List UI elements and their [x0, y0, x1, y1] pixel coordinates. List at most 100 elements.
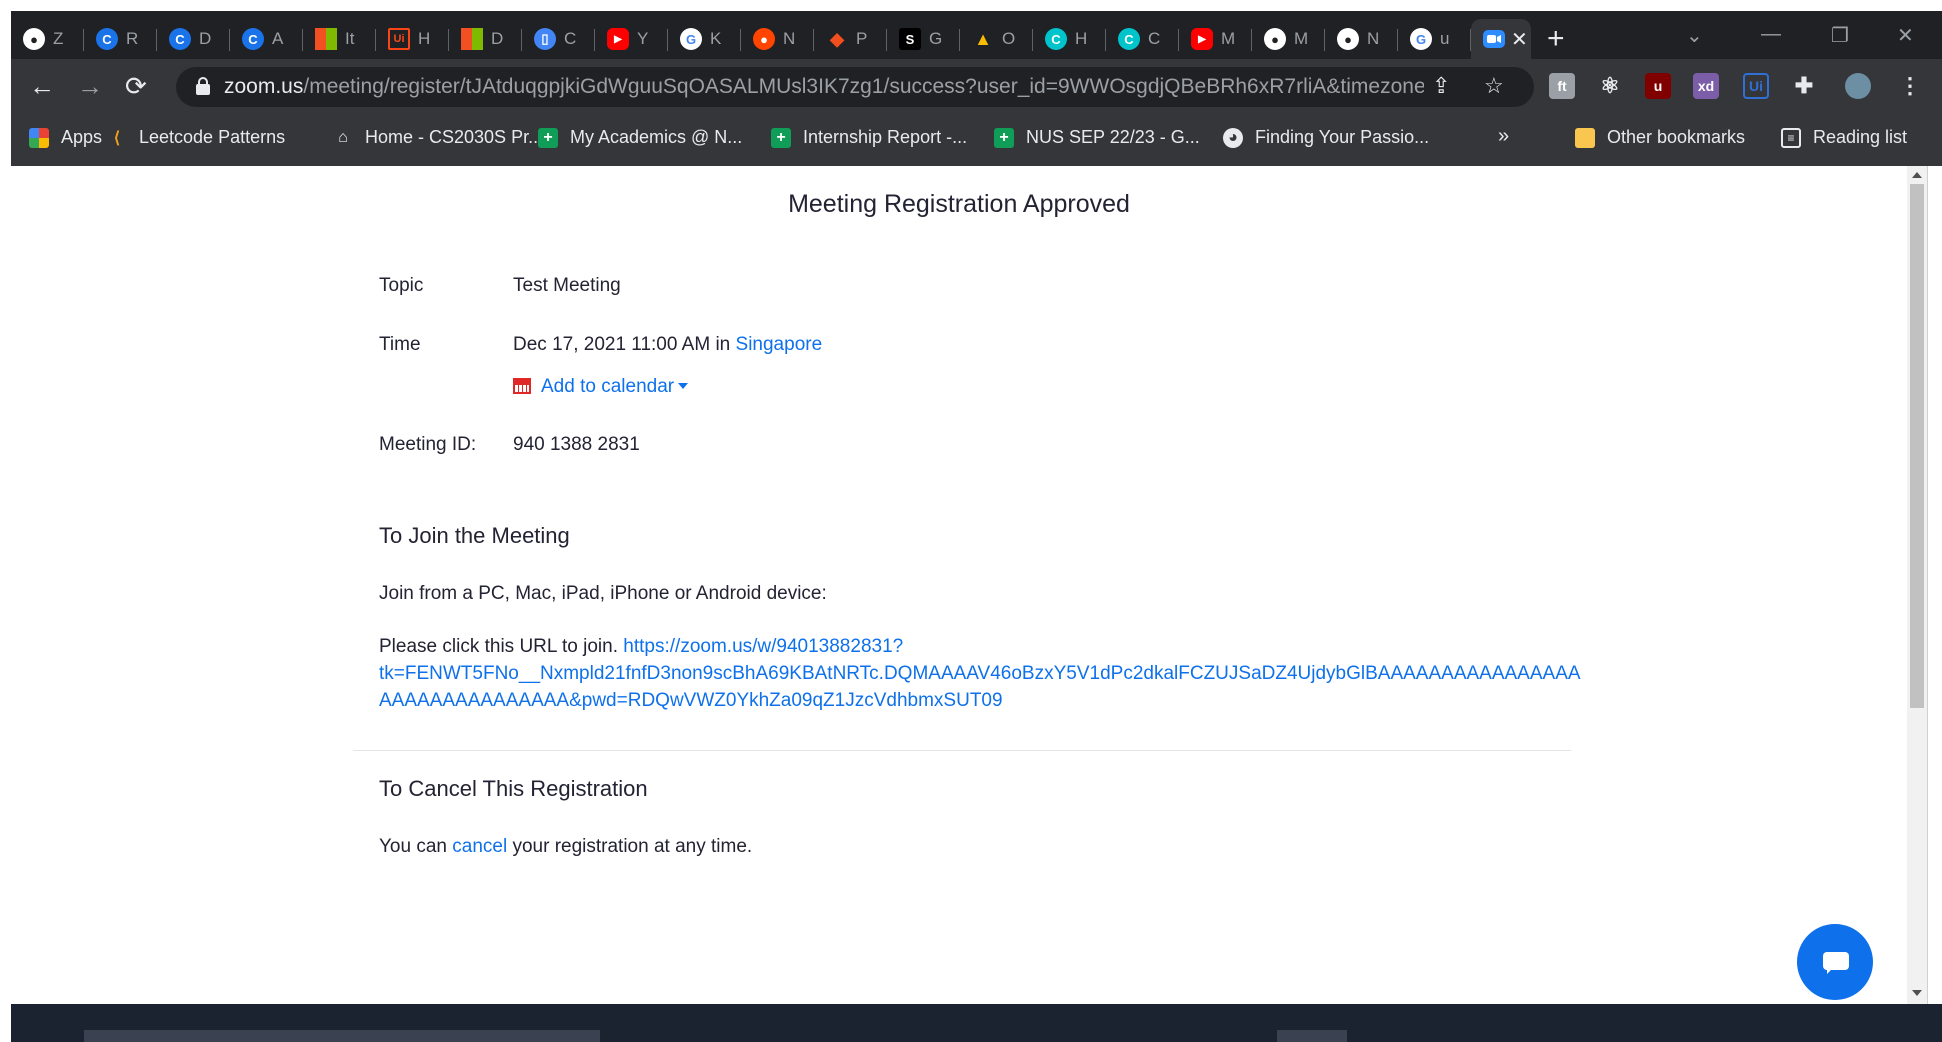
join-url-link-line2[interactable]: tk=FENWT5FNo__Nxmpld21fnfD3non9scBhA69KB… — [379, 660, 1581, 687]
tab[interactable]: It — [303, 19, 376, 59]
ublock-icon[interactable]: u — [1645, 73, 1671, 99]
reload-button[interactable]: ⟳ — [125, 71, 147, 101]
tab[interactable]: ● N — [1325, 19, 1398, 59]
other-bookmarks-label: Other bookmarks — [1607, 127, 1746, 147]
extensions-puzzle-icon[interactable]: ✚ — [1791, 73, 1817, 99]
bookmark-item[interactable]: ◕ Finding Your Passio... — [1223, 127, 1429, 148]
youtube-icon: ▶ — [1191, 28, 1213, 50]
meeting-id-label: Meeting ID: — [379, 434, 477, 455]
lock-icon[interactable] — [196, 77, 210, 95]
bookmark-label: Internship Report -... — [803, 127, 968, 147]
tab-search-icon[interactable]: ⌄ — [1686, 23, 1703, 48]
bookmark-item[interactable]: ⌂ Home - CS2030S Pr... — [333, 127, 543, 148]
uipath-extension-icon[interactable]: Ui — [1743, 73, 1769, 99]
github-icon: ● — [23, 28, 45, 50]
tab-title: H — [418, 29, 431, 48]
tab[interactable]: ● N — [741, 19, 814, 59]
join-url-link-line3[interactable]: AAAAAAAAAAAAAAA&pwd=RDQwVWZ0YkhZa09qZ1Jz… — [379, 687, 1579, 714]
reading-list-button[interactable]: ≡ Reading list — [1781, 127, 1907, 148]
tab[interactable]: Ui H — [376, 19, 449, 59]
forward-button[interactable]: → — [77, 71, 103, 101]
github-icon: ● — [1337, 28, 1359, 50]
page-scrollbar[interactable] — [1907, 166, 1927, 1004]
other-bookmarks-button[interactable]: Other bookmarks — [1575, 127, 1745, 148]
tab-title: D — [199, 29, 212, 48]
tab[interactable]: Gu — [1398, 19, 1471, 59]
scroll-down-arrow[interactable] — [1912, 990, 1922, 996]
tab[interactable]: ● Z — [11, 19, 84, 59]
tab-title: R — [126, 29, 139, 48]
more-bookmarks-button[interactable]: » — [1498, 125, 1509, 148]
minimize-button[interactable]: — — [1761, 23, 1781, 46]
address-bar[interactable]: zoom.us/meeting/register/tJAtduqgpjkiGdW… — [176, 67, 1534, 107]
tab-active-zoom[interactable]: ✕ — [1471, 19, 1531, 59]
timezone-link[interactable]: Singapore — [736, 334, 823, 355]
tab-title: N — [1367, 29, 1380, 48]
bookmark-item[interactable]: ⟨ Leetcode Patterns — [107, 127, 285, 148]
bookmarks-bar: » Other bookmarks ≡ Reading list Apps ⟨ Le… — [11, 115, 1942, 166]
close-window-button[interactable]: ✕ — [1897, 23, 1914, 48]
chat-button[interactable] — [1797, 924, 1873, 1000]
c-icon: C — [96, 28, 118, 50]
tab[interactable]: SG — [887, 19, 960, 59]
cancel-pre-text: You can — [379, 836, 453, 857]
tab[interactable]: CR — [84, 19, 157, 59]
tab-title: C — [564, 29, 577, 48]
time-text: Dec 17, 2021 11:00 AM in — [513, 334, 736, 355]
tab[interactable]: CA — [230, 19, 303, 59]
scroll-thumb[interactable] — [1910, 184, 1924, 708]
divider — [353, 750, 1571, 751]
cancel-link[interactable]: cancel — [452, 836, 507, 857]
tab-title: It — [345, 29, 355, 48]
bookmark-item[interactable]: + Internship Report -... — [771, 127, 967, 148]
topic-label: Topic — [379, 275, 424, 296]
scroll-up-arrow[interactable] — [1912, 172, 1922, 178]
new-tab-button[interactable]: + — [1547, 24, 1565, 54]
zoom-page: Meeting Registration Approved Topic Test… — [11, 166, 1907, 1004]
tab[interactable]: CD — [157, 19, 230, 59]
toolbar: ← → ⟳ zoom.us/meeting/register/tJAtduqgp… — [11, 59, 1942, 115]
google-icon: G — [680, 28, 702, 50]
extension-icon[interactable]: ft — [1549, 73, 1575, 99]
tab[interactable]: D — [449, 19, 522, 59]
join-devices-text: Join from a PC, Mac, iPad, iPhone or And… — [379, 583, 827, 604]
tab[interactable]: ▶ M — [1179, 19, 1252, 59]
join-prompt: Please click this URL to join. — [379, 636, 624, 657]
tab[interactable]: ▯ C — [522, 19, 595, 59]
tab[interactable]: CH — [1033, 19, 1106, 59]
taskbar-item[interactable] — [84, 1030, 600, 1042]
bookmark-label: Leetcode Patterns — [139, 127, 286, 147]
back-button[interactable]: ← — [29, 71, 55, 101]
url-text[interactable]: zoom.us/meeting/register/tJAtduqgpjkiGdW… — [224, 75, 1424, 99]
bookmark-item[interactable]: + My Academics @ N... — [538, 127, 742, 148]
react-devtools-icon[interactable]: ⚛ — [1597, 73, 1623, 99]
app-icon: ▯ — [534, 28, 556, 50]
taskbar-item[interactable] — [1277, 1030, 1347, 1042]
c-icon: C — [242, 28, 264, 50]
tab[interactable]: CC — [1106, 19, 1179, 59]
tab[interactable]: ▲ O — [960, 19, 1033, 59]
tab[interactable]: ● M — [1252, 19, 1325, 59]
add-to-calendar-dropdown[interactable]: Add to calendar — [513, 376, 689, 398]
menu-kebab-icon[interactable]: ⋮ — [1897, 73, 1923, 99]
canva-icon: C — [1118, 28, 1140, 50]
tab[interactable]: ◆ P — [814, 19, 887, 59]
bookmark-label: NUS SEP 22/23 - G... — [1026, 127, 1200, 147]
canva-icon: C — [1045, 28, 1067, 50]
tab[interactable]: GK — [668, 19, 741, 59]
home-icon: ⌂ — [338, 128, 348, 146]
close-tab-icon[interactable]: ✕ — [1511, 27, 1528, 52]
add-to-calendar-label[interactable]: Add to calendar — [541, 376, 674, 397]
join-url-link[interactable]: https://zoom.us/w/94013882831? — [623, 636, 903, 657]
caret-down-icon[interactable] — [678, 383, 689, 389]
bookmark-star-icon[interactable]: ☆ — [1484, 73, 1504, 99]
xd-extension-icon[interactable]: xd — [1693, 73, 1719, 99]
tab-title: M — [1294, 29, 1309, 48]
bookmark-item[interactable]: + NUS SEP 22/23 - G... — [994, 127, 1200, 148]
screen: ✕ + ⌄ — ❐ ✕ ● Z C R C D C A It Ui H D ▯ C ▶ Y G K ● N ◆ P S G ▲ O… — [0, 0, 1942, 1042]
share-icon[interactable]: ⇪ — [1432, 73, 1450, 99]
profile-avatar[interactable] — [1845, 73, 1871, 99]
tab[interactable]: ▶ Y — [595, 19, 668, 59]
bookmark-item[interactable]: Apps — [29, 127, 102, 148]
restore-button[interactable]: ❐ — [1831, 23, 1849, 48]
